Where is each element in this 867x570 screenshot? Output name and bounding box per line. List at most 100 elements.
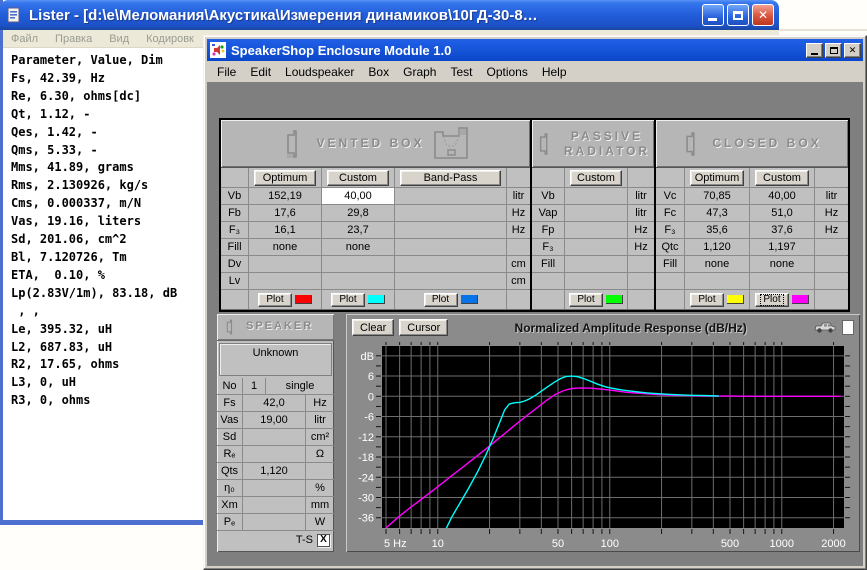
- speaker-row-re: Rₑ Ω: [217, 446, 334, 463]
- vented-bandpass-lv[interactable]: [395, 273, 506, 289]
- passive-custom-vb[interactable]: [565, 188, 627, 204]
- menu-item-file[interactable]: File: [210, 63, 243, 81]
- menu-item-encoding[interactable]: Кодировк: [146, 33, 194, 45]
- speaker-count-value[interactable]: 1: [243, 378, 266, 394]
- closed-custom-f3[interactable]: 37,6: [750, 222, 814, 238]
- row-value[interactable]: [243, 514, 306, 530]
- passive-custom-button[interactable]: Custom: [570, 170, 622, 186]
- speaker-row-qts: Qts 1,120: [217, 463, 334, 480]
- closed-custom-fill[interactable]: none: [750, 256, 814, 272]
- plot-cell: Plot: [685, 290, 749, 309]
- vented-bandpass-plot-button[interactable]: Plot: [424, 293, 458, 307]
- car-icon: [813, 321, 837, 334]
- vented-custom-button[interactable]: Custom: [327, 170, 389, 186]
- closed-custom-button[interactable]: Custom: [755, 170, 809, 186]
- speaker-mode-value[interactable]: single: [266, 378, 334, 394]
- closed-optimum-fc: 47,3: [685, 205, 749, 221]
- cursor-button[interactable]: Cursor: [399, 319, 448, 336]
- row-label: Pₑ: [217, 514, 243, 530]
- closed-box-header: CLOSED BOX: [656, 120, 848, 168]
- vented-custom-fb[interactable]: 29,8: [322, 205, 394, 221]
- background-window-edge: [779, 29, 867, 31]
- vented-bandpass-plot-color: [461, 295, 478, 304]
- speakershop-close-button[interactable]: ✕: [844, 43, 861, 58]
- menu-item-box[interactable]: Box: [361, 63, 396, 81]
- closed-optimum-fill[interactable]: none: [685, 256, 749, 272]
- row-value[interactable]: [243, 446, 306, 462]
- empty-row-cell: [685, 273, 749, 289]
- corner-cell: [532, 168, 564, 187]
- row-unit: %: [306, 480, 334, 496]
- row-value[interactable]: 1,120: [243, 463, 306, 479]
- closed-optimum-plot-color: [727, 295, 744, 304]
- closed-custom-qtc[interactable]: 1,197: [750, 239, 814, 255]
- vented-bandpass-fb[interactable]: [395, 205, 506, 221]
- vented-custom-f3[interactable]: 23,7: [322, 222, 394, 238]
- menu-item-test[interactable]: Test: [443, 63, 479, 81]
- closed-optimum-button[interactable]: Optimum: [690, 170, 744, 186]
- menu-item-loudspeaker[interactable]: Loudspeaker: [278, 63, 361, 81]
- row-value[interactable]: [243, 480, 306, 496]
- svg-text:dB: dB: [361, 351, 374, 363]
- vented-optimum-plot-color: [295, 295, 312, 304]
- closed-optimum-plot-button[interactable]: Plot: [690, 293, 724, 307]
- row-value[interactable]: [243, 429, 306, 445]
- row-value[interactable]: 42,0: [243, 395, 306, 411]
- vented-optimum-button[interactable]: Optimum: [254, 170, 316, 186]
- vented-optimum-plot-button[interactable]: Plot: [258, 293, 292, 307]
- speakershop-minimize-button[interactable]: [806, 43, 823, 58]
- minimize-icon: [811, 53, 818, 55]
- vented-bandpass-fill[interactable]: [395, 239, 506, 255]
- row-label-dv: Dv: [221, 256, 248, 272]
- lister-maximize-button[interactable]: [727, 4, 749, 26]
- speaker-panel-header: SPEAKER: [217, 314, 334, 341]
- menu-item-help[interactable]: Help: [535, 63, 574, 81]
- lister-minimize-button[interactable]: [702, 4, 724, 26]
- svg-text:50: 50: [552, 538, 564, 550]
- passive-custom-vap[interactable]: [565, 205, 627, 221]
- maximize-icon: [830, 47, 838, 54]
- menu-item-edit[interactable]: Правка: [55, 33, 92, 45]
- menu-item-graph[interactable]: Graph: [396, 63, 443, 81]
- passive-custom-fill[interactable]: [565, 256, 627, 272]
- svg-text:2000: 2000: [821, 538, 845, 550]
- row-value[interactable]: 19,00: [243, 412, 306, 428]
- vented-bandpass-vb[interactable]: [395, 188, 506, 204]
- graph-option-box[interactable]: [842, 320, 854, 335]
- vented-optimum-fill[interactable]: none: [249, 239, 321, 255]
- clear-button[interactable]: Clear: [352, 319, 394, 336]
- vented-bandpass-button[interactable]: Band-Pass: [400, 170, 501, 186]
- lister-titlebar[interactable]: Lister - [d:\e\Меломания\Акустика\Измере…: [0, 0, 779, 30]
- closed-custom-vc[interactable]: 40,00: [750, 188, 814, 204]
- plot-row-spacer: [507, 290, 530, 309]
- speaker-driver-icon: [682, 127, 704, 161]
- ts-label: T-S: [296, 534, 313, 546]
- menu-item-view[interactable]: Вид: [109, 33, 129, 45]
- menu-item-file[interactable]: Файл: [11, 33, 38, 45]
- menu-item-edit[interactable]: Edit: [243, 63, 278, 81]
- row-value[interactable]: [243, 497, 306, 513]
- passive-custom-fp[interactable]: [565, 222, 627, 238]
- menu-item-options[interactable]: Options: [479, 63, 534, 81]
- ts-checkbox[interactable]: X: [317, 534, 330, 547]
- speakershop-titlebar[interactable]: SpeakerShop Enclosure Module 1.0 ✕: [207, 39, 863, 61]
- vented-custom-plot-button[interactable]: Plot: [331, 293, 365, 307]
- vented-bandpass-f3[interactable]: [395, 222, 506, 238]
- closed-custom-fc[interactable]: 51,0: [750, 205, 814, 221]
- speaker-driver-icon: [536, 127, 556, 161]
- vented-custom-vb-input[interactable]: 40,00: [322, 188, 394, 204]
- speakershop-maximize-button[interactable]: [825, 43, 842, 58]
- corner-cell: [221, 168, 248, 187]
- svg-text:-12: -12: [358, 432, 374, 444]
- closed-custom-plot-button-focused[interactable]: Plot: [755, 293, 789, 307]
- row-label-no: No: [217, 378, 243, 394]
- lister-close-button[interactable]: ✕: [752, 4, 774, 26]
- vented-custom-lv[interactable]: [322, 273, 394, 289]
- vented-custom-dv[interactable]: [322, 256, 394, 272]
- passive-custom-f3[interactable]: [565, 239, 627, 255]
- vented-custom-fill[interactable]: none: [322, 239, 394, 255]
- maximize-icon: [733, 11, 743, 20]
- vented-bandpass-dv[interactable]: [395, 256, 506, 272]
- passive-custom-plot-button[interactable]: Plot: [569, 293, 603, 307]
- speaker-name-box[interactable]: Unknown: [219, 343, 332, 376]
